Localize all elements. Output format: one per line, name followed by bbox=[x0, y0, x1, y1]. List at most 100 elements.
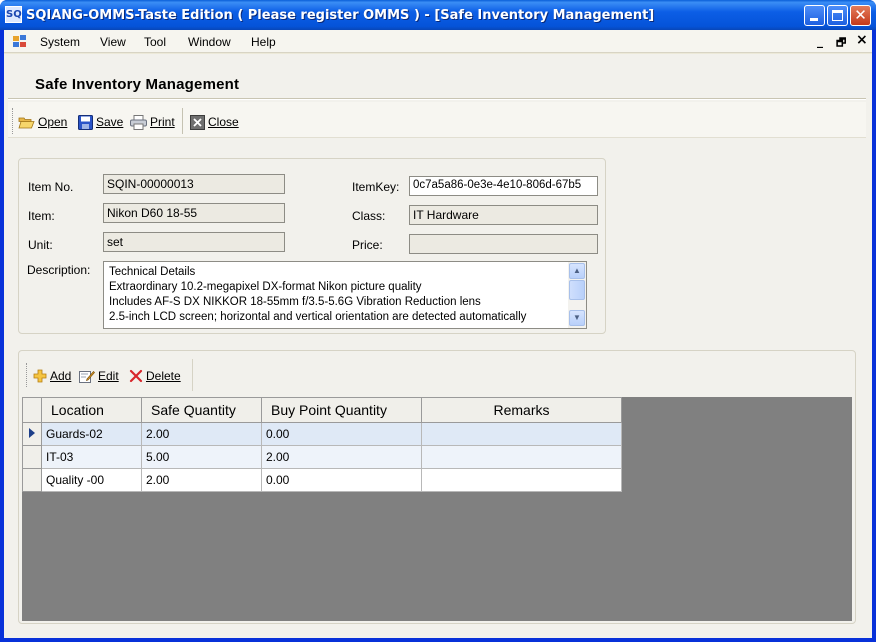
save-label: Save bbox=[96, 115, 124, 129]
toolbar-grip[interactable] bbox=[12, 108, 15, 134]
description-text: Technical Details Extraordinary 10.2-meg… bbox=[109, 265, 565, 325]
cell-location[interactable]: IT-03 bbox=[41, 445, 142, 469]
minimize-icon bbox=[810, 18, 818, 21]
menu-window[interactable]: Window bbox=[188, 35, 231, 49]
form-area: Safe Inventory Management Open Save Prin… bbox=[4, 54, 872, 638]
cell-remarks[interactable] bbox=[421, 468, 622, 492]
app-window: SQ SQIANG-OMMS-Taste Edition ( Please re… bbox=[0, 0, 876, 642]
cell-remarks[interactable] bbox=[421, 445, 622, 469]
close-button[interactable]: Close bbox=[190, 112, 239, 132]
open-folder-icon bbox=[18, 117, 35, 128]
column-header-remarks[interactable]: Remarks bbox=[421, 397, 622, 423]
itemkey-field[interactable]: 0c7a5a86-0e3e-4e10-806d-67b5 bbox=[409, 176, 598, 196]
edit-pencil-icon bbox=[79, 370, 95, 383]
description-label: Description: bbox=[27, 263, 91, 277]
itemkey-label: ItemKey: bbox=[352, 180, 400, 194]
cell-buy-point-quantity[interactable]: 0.00 bbox=[261, 468, 422, 492]
table-row[interactable]: Quality -00 2.00 0.00 bbox=[22, 468, 622, 492]
grid-toolbar-grip[interactable] bbox=[26, 363, 29, 387]
add-plus-icon bbox=[33, 369, 47, 383]
delete-label: Delete bbox=[146, 369, 181, 383]
item-details-panel: Item No. SQIN-00000013 Item: Nikon D60 1… bbox=[18, 158, 606, 334]
current-row-arrow-icon bbox=[29, 428, 35, 438]
unit-field[interactable]: set bbox=[103, 232, 285, 252]
column-header-safe-quantity[interactable]: Safe Quantity bbox=[141, 397, 262, 423]
item-no-field[interactable]: SQIN-00000013 bbox=[103, 174, 285, 194]
open-label: Open bbox=[38, 115, 68, 129]
scroll-down-icon[interactable]: ▼ bbox=[569, 310, 585, 326]
close-box-icon bbox=[190, 114, 205, 130]
column-header-buy-point-quantity[interactable]: Buy Point Quantity bbox=[261, 397, 422, 423]
cell-safe-quantity[interactable]: 2.00 bbox=[141, 422, 262, 446]
cell-location[interactable]: Guards-02 bbox=[41, 422, 142, 446]
row-header-corner[interactable] bbox=[22, 397, 42, 423]
open-button[interactable]: Open bbox=[18, 112, 67, 132]
class-field[interactable]: IT Hardware bbox=[409, 205, 598, 225]
page-title: Safe Inventory Management bbox=[35, 76, 240, 93]
printer-icon bbox=[130, 114, 147, 130]
row-selector[interactable] bbox=[22, 422, 42, 446]
table-row[interactable]: Guards-02 2.00 0.00 bbox=[22, 422, 622, 446]
app-icon[interactable]: SQ bbox=[5, 6, 22, 23]
description-scrollbar[interactable]: ▲ ▼ bbox=[568, 262, 586, 328]
save-disk-icon bbox=[78, 114, 93, 130]
mdi-child-icon[interactable] bbox=[13, 35, 27, 48]
add-button[interactable]: Add bbox=[33, 367, 71, 385]
menu-view[interactable]: View bbox=[100, 35, 126, 49]
description-textarea[interactable]: Technical Details Extraordinary 10.2-meg… bbox=[103, 261, 587, 329]
title-bar[interactable]: SQ SQIANG-OMMS-Taste Edition ( Please re… bbox=[0, 0, 876, 30]
table-row[interactable]: IT-03 5.00 2.00 bbox=[22, 445, 622, 469]
client-area: System View Tool Window Help _ 🗗 × Safe … bbox=[4, 30, 872, 638]
add-label: Add bbox=[50, 369, 72, 383]
class-label: Class: bbox=[352, 209, 386, 223]
table-header-row: Location Safe Quantity Buy Point Quantit… bbox=[22, 397, 622, 423]
edit-button[interactable]: Edit bbox=[79, 367, 119, 385]
print-button[interactable]: Print bbox=[130, 112, 175, 132]
maximize-button[interactable] bbox=[827, 5, 848, 26]
mdi-minimize-button[interactable]: _ bbox=[817, 34, 823, 48]
maximize-icon bbox=[832, 10, 843, 21]
cell-buy-point-quantity[interactable]: 2.00 bbox=[261, 445, 422, 469]
close-icon: ✕ bbox=[854, 6, 867, 24]
cell-safe-quantity[interactable]: 2.00 bbox=[141, 468, 262, 492]
price-field[interactable] bbox=[409, 234, 598, 254]
description-line: Extraordinary 10.2-megapixel DX-format N… bbox=[109, 281, 422, 293]
description-line: Includes AF-S DX NIKKOR 18-55mm f/3.5-5.… bbox=[109, 296, 481, 308]
close-window-button[interactable]: ✕ bbox=[850, 5, 871, 26]
description-line: 2.5-inch LCD screen; horizontal and vert… bbox=[109, 311, 527, 323]
menu-tool[interactable]: Tool bbox=[144, 35, 166, 49]
price-label: Price: bbox=[352, 238, 383, 252]
scroll-up-icon[interactable]: ▲ bbox=[569, 263, 585, 279]
cell-location[interactable]: Quality -00 bbox=[41, 468, 142, 492]
menu-bar: System View Tool Window Help _ 🗗 × bbox=[4, 30, 872, 53]
column-header-location[interactable]: Location bbox=[41, 397, 142, 423]
print-label: Print bbox=[150, 115, 175, 129]
row-selector[interactable] bbox=[22, 468, 42, 492]
delete-button[interactable]: Delete bbox=[129, 367, 181, 385]
mdi-close-button[interactable]: × bbox=[856, 32, 868, 48]
menu-help[interactable]: Help bbox=[251, 35, 276, 49]
description-line: Technical Details bbox=[109, 266, 196, 278]
window-title: SQIANG-OMMS-Taste Edition ( Please regis… bbox=[26, 8, 655, 23]
mdi-restore-button[interactable]: 🗗 bbox=[836, 34, 846, 53]
minimize-button[interactable] bbox=[804, 5, 825, 26]
close-label: Close bbox=[208, 115, 239, 129]
cell-remarks[interactable] bbox=[421, 422, 622, 446]
cell-buy-point-quantity[interactable]: 0.00 bbox=[261, 422, 422, 446]
edit-label: Edit bbox=[98, 369, 119, 383]
item-no-label: Item No. bbox=[28, 180, 74, 194]
safe-quantity-panel: Add Edit Delete Location Safe Quantity B… bbox=[18, 350, 856, 624]
data-grid: Location Safe Quantity Buy Point Quantit… bbox=[22, 397, 852, 621]
save-button[interactable]: Save bbox=[78, 112, 123, 132]
scroll-thumb[interactable] bbox=[569, 280, 585, 300]
row-selector[interactable] bbox=[22, 445, 42, 469]
main-toolbar: Open Save Print Close bbox=[8, 102, 866, 138]
delete-x-icon bbox=[129, 369, 143, 383]
grid-toolbar: Add Edit Delete bbox=[23, 359, 193, 391]
cell-safe-quantity[interactable]: 5.00 bbox=[141, 445, 262, 469]
toolbar-separator bbox=[182, 108, 183, 134]
menu-system[interactable]: System bbox=[40, 35, 80, 49]
safe-quantity-table: Location Safe Quantity Buy Point Quantit… bbox=[22, 397, 622, 492]
item-field[interactable]: Nikon D60 18-55 bbox=[103, 203, 285, 223]
unit-label: Unit: bbox=[28, 238, 53, 252]
